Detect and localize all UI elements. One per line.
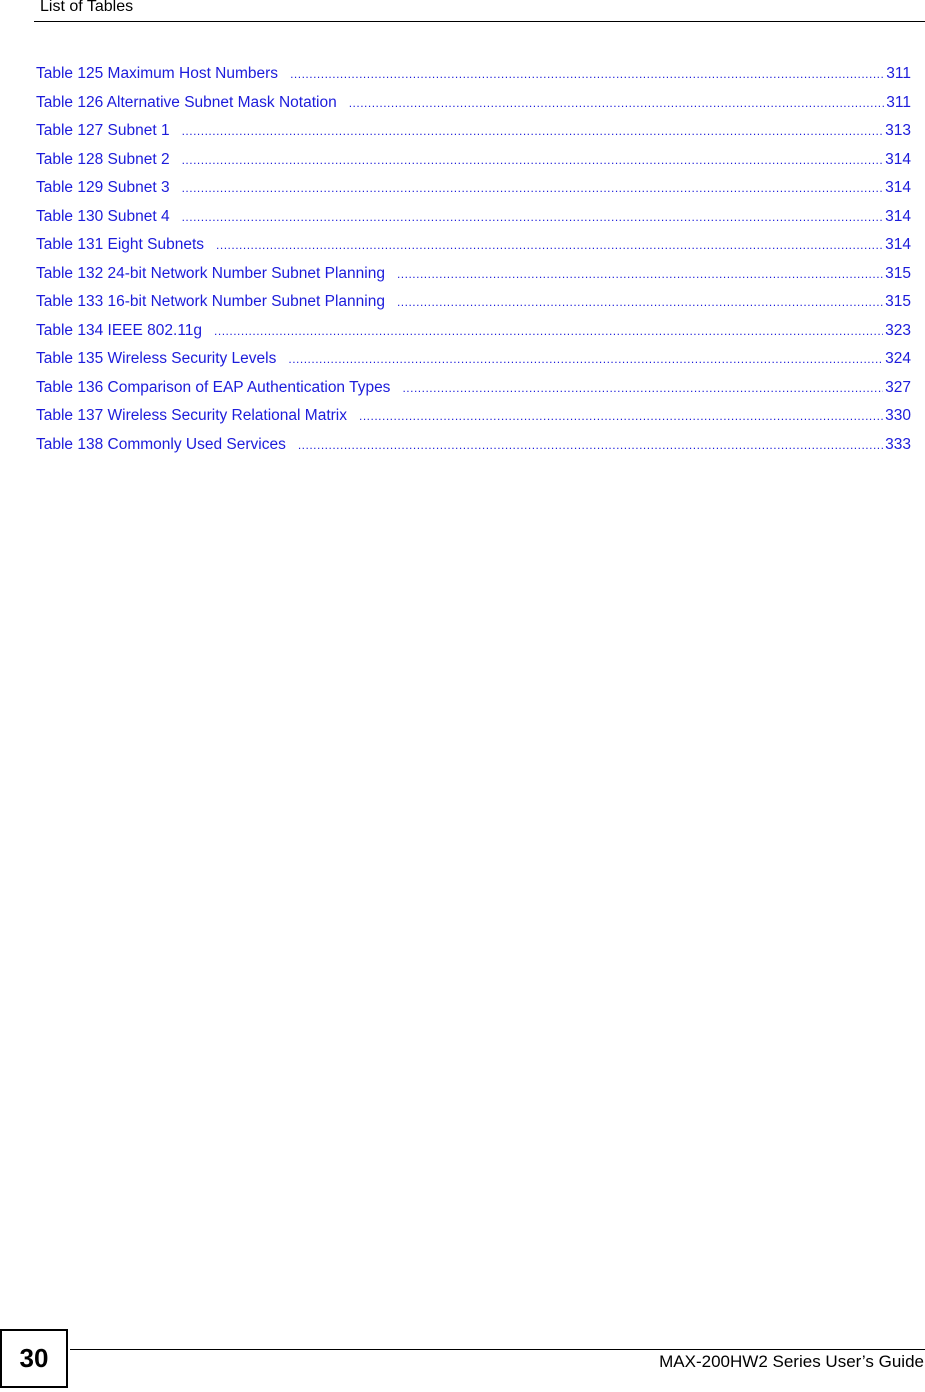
toc-leader: ........................................… bbox=[214, 323, 883, 338]
toc-entry[interactable]: Table 125 Maximum Host Numbers..........… bbox=[36, 65, 911, 94]
toc-leader: ........................................… bbox=[288, 352, 884, 366]
toc-entry[interactable]: Table 131 Eight Subnets.................… bbox=[36, 236, 911, 265]
toc-entry[interactable]: Table 130 Subnet 4......................… bbox=[36, 208, 911, 237]
toc-entry-title: Table 128 Subnet 2 bbox=[36, 150, 170, 168]
toc-entry-title: Table 129 Subnet 3 bbox=[36, 179, 170, 196]
toc-leader: ........................................… bbox=[181, 124, 884, 138]
toc-entry-page: 314 bbox=[885, 207, 911, 225]
toc-entry-page: 314 bbox=[885, 179, 911, 196]
toc-entry[interactable]: Table 129 Subnet 3......................… bbox=[36, 179, 911, 208]
toc-entry-page: 327 bbox=[885, 378, 911, 396]
toc-entry-page: 314 bbox=[885, 236, 911, 253]
toc-leader: ........................................… bbox=[348, 95, 885, 110]
footer-guide-title: MAX-200HW2 Series User’s Guide bbox=[659, 1352, 924, 1371]
toc-entry-page: 311 bbox=[886, 65, 911, 82]
toc-entry-title: Table 133 16-bit Network Number Subnet P… bbox=[36, 293, 385, 310]
toc-entry-page: 333 bbox=[885, 435, 911, 453]
toc-entry-page: 314 bbox=[885, 150, 911, 168]
toc-entry-page: 323 bbox=[885, 321, 911, 339]
toc-entry-page: 330 bbox=[885, 407, 911, 424]
page-number: 30 bbox=[19, 1343, 49, 1373]
toc-entry[interactable]: Table 137 Wireless Security Relational M… bbox=[36, 407, 911, 436]
toc-leader: ........................................… bbox=[181, 209, 884, 224]
toc-entry-title: Table 126 Alternative Subnet Mask Notati… bbox=[36, 93, 337, 111]
toc-leader: ........................................… bbox=[181, 181, 884, 195]
toc-entry-page: 315 bbox=[885, 293, 911, 310]
toc-leader: ........................................… bbox=[181, 152, 884, 167]
page-number-box: 30 bbox=[0, 1329, 68, 1388]
toc-entry[interactable]: Table 136 Comparison of EAP Authenticati… bbox=[36, 379, 911, 408]
toc-entry-title: Table 138 Commonly Used Services bbox=[36, 435, 286, 453]
toc-leader: ........................................… bbox=[297, 437, 884, 452]
toc-entry[interactable]: Table 138 Commonly Used Services........… bbox=[36, 436, 911, 465]
toc-entry[interactable]: Table 133 16-bit Network Number Subnet P… bbox=[36, 293, 911, 322]
toc-entry-page: 311 bbox=[886, 93, 911, 111]
toc-leader: ........................................… bbox=[396, 266, 884, 281]
toc-leader: ........................................… bbox=[396, 295, 884, 309]
toc-entry[interactable]: Table 135 Wireless Security Levels......… bbox=[36, 350, 911, 379]
toc-entry-title: Table 134 IEEE 802.11g bbox=[36, 321, 203, 339]
toc-entry-page: 313 bbox=[885, 122, 911, 139]
toc-entry[interactable]: Table 126 Alternative Subnet Mask Notati… bbox=[36, 94, 911, 123]
page-header: List of Tables bbox=[34, 0, 925, 22]
toc-entry-page: 324 bbox=[885, 350, 911, 367]
toc-entry-title: Table 127 Subnet 1 bbox=[36, 122, 170, 139]
toc-entry-title: Table 137 Wireless Security Relational M… bbox=[36, 407, 347, 424]
toc-entry-title: Table 125 Maximum Host Numbers bbox=[36, 65, 279, 82]
toc-entry-title: Table 136 Comparison of EAP Authenticati… bbox=[36, 378, 391, 396]
toc-entry[interactable]: Table 127 Subnet 1......................… bbox=[36, 122, 911, 151]
toc-entry[interactable]: Table 132 24-bit Network Number Subnet P… bbox=[36, 265, 911, 294]
toc-entry-title: Table 131 Eight Subnets bbox=[36, 236, 205, 253]
toc-leader: ........................................… bbox=[358, 409, 884, 423]
toc-entry-title: Table 132 24-bit Network Number Subnet P… bbox=[36, 264, 385, 282]
toc-leader: ........................................… bbox=[290, 67, 885, 81]
toc-entry[interactable]: Table 128 Subnet 2......................… bbox=[36, 151, 911, 180]
table-of-contents: Table 125 Maximum Host Numbers..........… bbox=[36, 65, 911, 464]
toc-entry[interactable]: Table 134 IEEE 802.11g..................… bbox=[36, 322, 911, 351]
toc-leader: ........................................… bbox=[402, 380, 883, 395]
toc-entry-title: Table 130 Subnet 4 bbox=[36, 207, 170, 225]
header-title: List of Tables bbox=[40, 0, 134, 15]
toc-entry-title: Table 135 Wireless Security Levels bbox=[36, 350, 277, 367]
toc-leader: ........................................… bbox=[216, 238, 884, 252]
toc-entry-page: 315 bbox=[885, 264, 911, 282]
footer-divider bbox=[70, 1349, 925, 1350]
